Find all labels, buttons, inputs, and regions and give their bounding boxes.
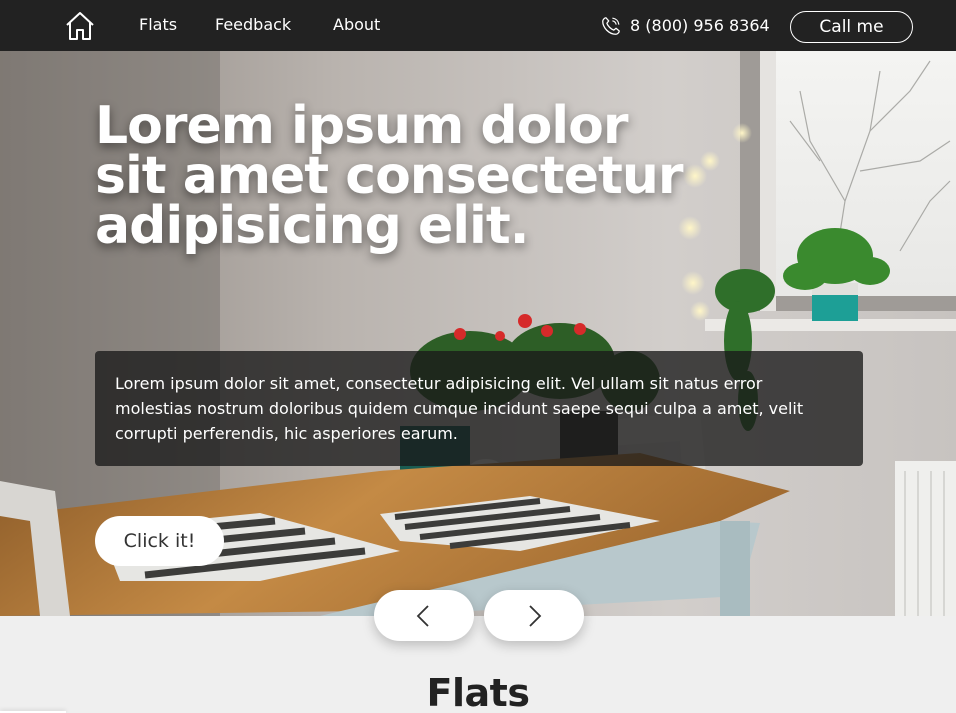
- hero-description: Lorem ipsum dolor sit amet, consectetur …: [95, 351, 863, 466]
- click-it-button[interactable]: Click it!: [95, 516, 224, 566]
- hero-title: Lorem ipsum dolor sit amet consectetur a…: [95, 96, 684, 256]
- call-me-button[interactable]: Call me: [790, 11, 913, 43]
- home-icon: [66, 12, 94, 40]
- chevron-left-icon: [416, 604, 429, 627]
- nav-feedback-link[interactable]: Feedback: [215, 15, 291, 35]
- header-navbar: Flats Feedback About 8 (800) 956 8364 Ca…: [0, 0, 956, 51]
- nav-about-link[interactable]: About: [333, 15, 380, 35]
- slider-prev-button[interactable]: [374, 590, 474, 641]
- hero-section: Lorem ipsum dolor sit amet consectetur a…: [0, 51, 956, 616]
- nav-flats-link[interactable]: Flats: [139, 15, 177, 35]
- slider-next-button[interactable]: [484, 590, 584, 641]
- flats-section-title: Flats: [426, 671, 530, 713]
- phone-icon: [602, 17, 620, 35]
- phone-link[interactable]: 8 (800) 956 8364: [600, 15, 770, 37]
- chevron-right-icon: [529, 604, 542, 627]
- home-link[interactable]: [64, 10, 96, 42]
- phone-number: 8 (800) 956 8364: [630, 16, 770, 35]
